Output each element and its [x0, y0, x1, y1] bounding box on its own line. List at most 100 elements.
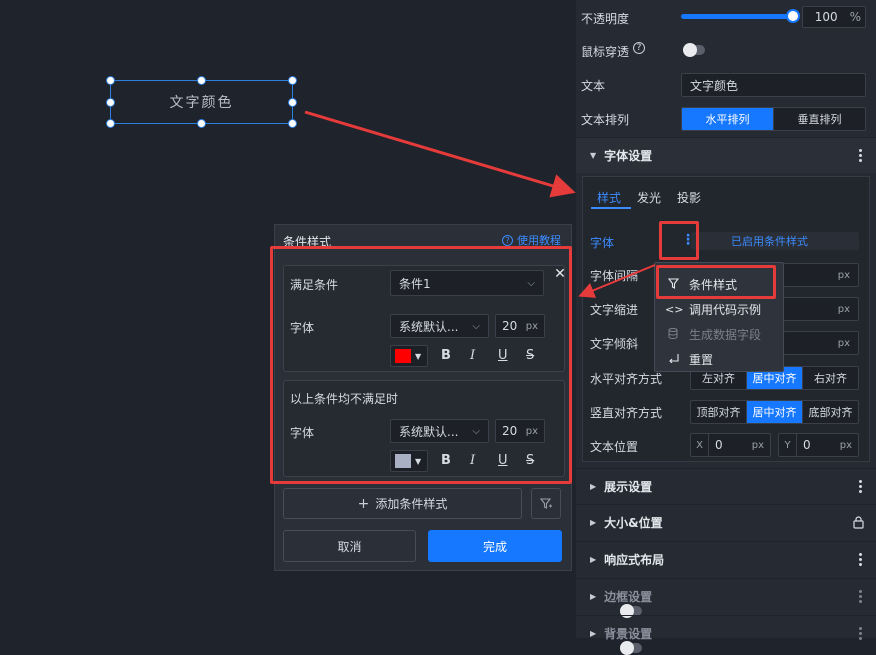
- unit-label: px: [837, 269, 850, 281]
- resize-handle[interactable]: [106, 76, 115, 85]
- unit-label: px: [839, 439, 852, 451]
- opacity-input[interactable]: 100 %: [802, 6, 866, 28]
- menu-item-label: 重置: [689, 353, 714, 367]
- section-title: 展示设置: [604, 480, 653, 494]
- arrow-to-font-settings: [304, 110, 576, 198]
- menu-item-code-example[interactable]: <> 调用代码示例: [665, 301, 761, 318]
- position-x-input[interactable]: X 0 px: [690, 433, 771, 457]
- position-y-input[interactable]: Y 0 px: [778, 433, 859, 457]
- section-size-position[interactable]: ▶ 大小&位置: [576, 504, 876, 540]
- v-align-top[interactable]: 顶部对齐: [691, 401, 746, 423]
- section-title: 大小&位置: [604, 516, 663, 530]
- filter-settings-button[interactable]: [531, 488, 561, 519]
- resize-handle[interactable]: [197, 76, 206, 85]
- caret-right-icon: ▶: [590, 482, 597, 491]
- lock-icon[interactable]: [853, 516, 864, 529]
- v-align-label: 竖直对齐方式: [590, 406, 663, 420]
- opacity-value: 100: [814, 10, 838, 24]
- add-condition-label: 添加条件样式: [375, 497, 448, 511]
- opacity-unit: %: [849, 10, 861, 24]
- tab-glow[interactable]: 发光: [637, 189, 661, 206]
- add-condition-button[interactable]: + 添加条件样式: [283, 488, 522, 519]
- canvas-text-box-label: 文字颜色: [169, 95, 234, 111]
- vertical-option[interactable]: 垂直排列: [773, 108, 865, 130]
- mouse-through-toggle[interactable]: [683, 43, 705, 57]
- more-icon[interactable]: [859, 553, 862, 566]
- more-icon[interactable]: [859, 627, 862, 640]
- section-border[interactable]: ▶ 边框设置: [576, 578, 876, 618]
- caret-right-icon: ▶: [590, 629, 597, 638]
- section-title: 响应式布局: [604, 553, 665, 567]
- canvas-text-box[interactable]: 文字颜色: [106, 76, 297, 128]
- text-label: 文本: [581, 79, 606, 93]
- mouse-through-label: 鼠标穿透: [581, 45, 630, 59]
- h-align-right[interactable]: 右对齐: [802, 367, 858, 389]
- resize-handle[interactable]: [288, 119, 297, 128]
- text-direction-label: 文本排列: [581, 113, 630, 127]
- font-label: 字体: [590, 236, 615, 250]
- background-toggle[interactable]: [620, 640, 643, 655]
- cancel-button[interactable]: 取消: [283, 530, 416, 562]
- unit-label: px: [837, 337, 850, 349]
- opacity-label: 不透明度: [581, 12, 630, 26]
- database-icon: [665, 327, 681, 342]
- reset-icon: [665, 353, 681, 366]
- more-icon[interactable]: [859, 590, 862, 603]
- resize-handle[interactable]: [106, 98, 115, 107]
- letter-spacing-input[interactable]: px: [783, 263, 859, 287]
- section-title: 边框设置: [604, 590, 653, 604]
- resize-handle[interactable]: [197, 119, 206, 128]
- help-circle-icon[interactable]: ?: [633, 42, 645, 54]
- tab-style[interactable]: 样式: [597, 189, 621, 206]
- menu-item-reset[interactable]: 重置: [665, 351, 713, 368]
- unit-label: px: [751, 439, 764, 451]
- section-responsive[interactable]: ▶ 响应式布局: [576, 541, 876, 577]
- more-icon[interactable]: [859, 480, 862, 493]
- filter-icon: [540, 497, 552, 509]
- code-icon: <>: [665, 303, 684, 316]
- resize-handle[interactable]: [288, 98, 297, 107]
- resize-handle[interactable]: [288, 76, 297, 85]
- highlight-box-more-button: [659, 221, 699, 260]
- v-align-toggle[interactable]: 顶部对齐 居中对齐 底部对齐: [690, 400, 859, 424]
- text-input[interactable]: 文字颜色: [681, 73, 866, 97]
- text-direction-toggle[interactable]: 水平排列 垂直排列: [681, 107, 866, 131]
- caret-right-icon: ▶: [590, 592, 597, 601]
- font-status-badge: 已启用条件样式: [691, 232, 859, 250]
- menu-item-label: 生成数据字段: [689, 328, 762, 342]
- y-axis-label: Y: [779, 434, 797, 456]
- unit-label: px: [837, 303, 850, 315]
- skew-label: 文字倾斜: [590, 337, 639, 351]
- highlight-box-condition-cards: [270, 246, 572, 484]
- section-background[interactable]: ▶ 背景设置: [576, 615, 876, 655]
- font-settings-header[interactable]: ▼ 字体设置: [576, 137, 876, 173]
- skew-input[interactable]: px: [783, 331, 859, 355]
- done-button[interactable]: 完成: [428, 530, 562, 562]
- font-settings-title: 字体设置: [604, 149, 653, 163]
- section-display[interactable]: ▶ 展示设置: [576, 468, 876, 504]
- position-y-value: 0: [803, 438, 811, 452]
- tab-underline: [591, 207, 631, 209]
- menu-item-generate-field: 生成数据字段: [665, 326, 761, 343]
- letter-spacing-label: 字体间隔: [590, 269, 639, 283]
- section-title: 背景设置: [604, 627, 653, 641]
- v-align-middle[interactable]: 居中对齐: [746, 401, 802, 423]
- caret-right-icon: ▶: [590, 518, 597, 527]
- menu-item-label: 调用代码示例: [689, 303, 762, 317]
- indent-input[interactable]: px: [783, 297, 859, 321]
- indent-label: 文字缩进: [590, 303, 639, 317]
- opacity-slider[interactable]: [681, 9, 800, 23]
- border-toggle[interactable]: [620, 603, 643, 618]
- x-axis-label: X: [691, 434, 709, 456]
- tab-shadow[interactable]: 投影: [677, 189, 701, 206]
- resize-handle[interactable]: [106, 119, 115, 128]
- font-status-text: 已启用条件样式: [731, 235, 808, 248]
- more-icon[interactable]: [859, 149, 862, 162]
- position-label: 文本位置: [590, 440, 639, 454]
- help-circle-icon: ?: [502, 234, 513, 246]
- v-align-bottom[interactable]: 底部对齐: [802, 401, 858, 423]
- highlight-box-condition-style-item: [656, 265, 776, 299]
- opacity-slider-knob[interactable]: [786, 9, 800, 23]
- text-input-value: 文字颜色: [690, 78, 739, 93]
- horizontal-option[interactable]: 水平排列: [682, 108, 773, 130]
